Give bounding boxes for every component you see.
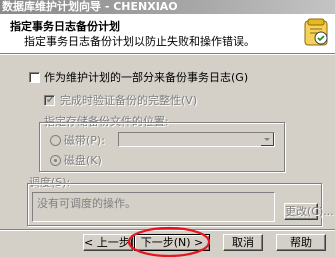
- check-icon: ✔: [46, 95, 55, 106]
- tape-radio[interactable]: [50, 135, 61, 146]
- header-divider: [0, 54, 335, 55]
- change-schedule-button[interactable]: 更改(C)...: [284, 203, 334, 220]
- tape-label: 磁带(P):: [64, 134, 105, 147]
- footer-divider: [0, 229, 335, 231]
- verify-backup-label: 完成时验证备份的完整性(V): [60, 94, 198, 107]
- verify-backup-checkbox[interactable]: ✔: [44, 95, 55, 106]
- wizard-icon: [304, 18, 328, 46]
- radio-selected-dot: [54, 159, 57, 162]
- chevron-down-icon: [264, 138, 270, 141]
- cancel-button[interactable]: 取消: [223, 234, 263, 251]
- next-button[interactable]: 下一步(N) >: [134, 234, 210, 251]
- tape-combo[interactable]: [118, 132, 275, 147]
- backup-log-checkbox[interactable]: [29, 72, 40, 83]
- header-title: 指定事务日志备份计划: [10, 20, 120, 33]
- disk-label: 磁盘(K): [64, 154, 102, 167]
- schedule-field[interactable]: 没有可调度的操作。: [32, 192, 275, 222]
- wizard-window: 数据库维护计划向导 - CHENXIAO 指定事务日志备份计划 指定事务日志备份…: [0, 0, 335, 257]
- backup-log-label: 作为维护计划的一部分来备份事务日志(G): [44, 71, 249, 84]
- help-button[interactable]: 帮助: [276, 234, 326, 251]
- header-subtitle: 指定事务日志备份计划以防止失败和操作错误。: [24, 35, 255, 48]
- back-button[interactable]: < 上一步(B): [83, 234, 146, 251]
- wizard-header: 指定事务日志备份计划 指定事务日志备份计划以防止失败和操作错误。: [0, 14, 335, 54]
- disk-radio[interactable]: [50, 155, 61, 166]
- combo-dropdown-button[interactable]: [261, 133, 274, 146]
- window-title: 数据库维护计划向导 - CHENXIAO: [0, 0, 335, 14]
